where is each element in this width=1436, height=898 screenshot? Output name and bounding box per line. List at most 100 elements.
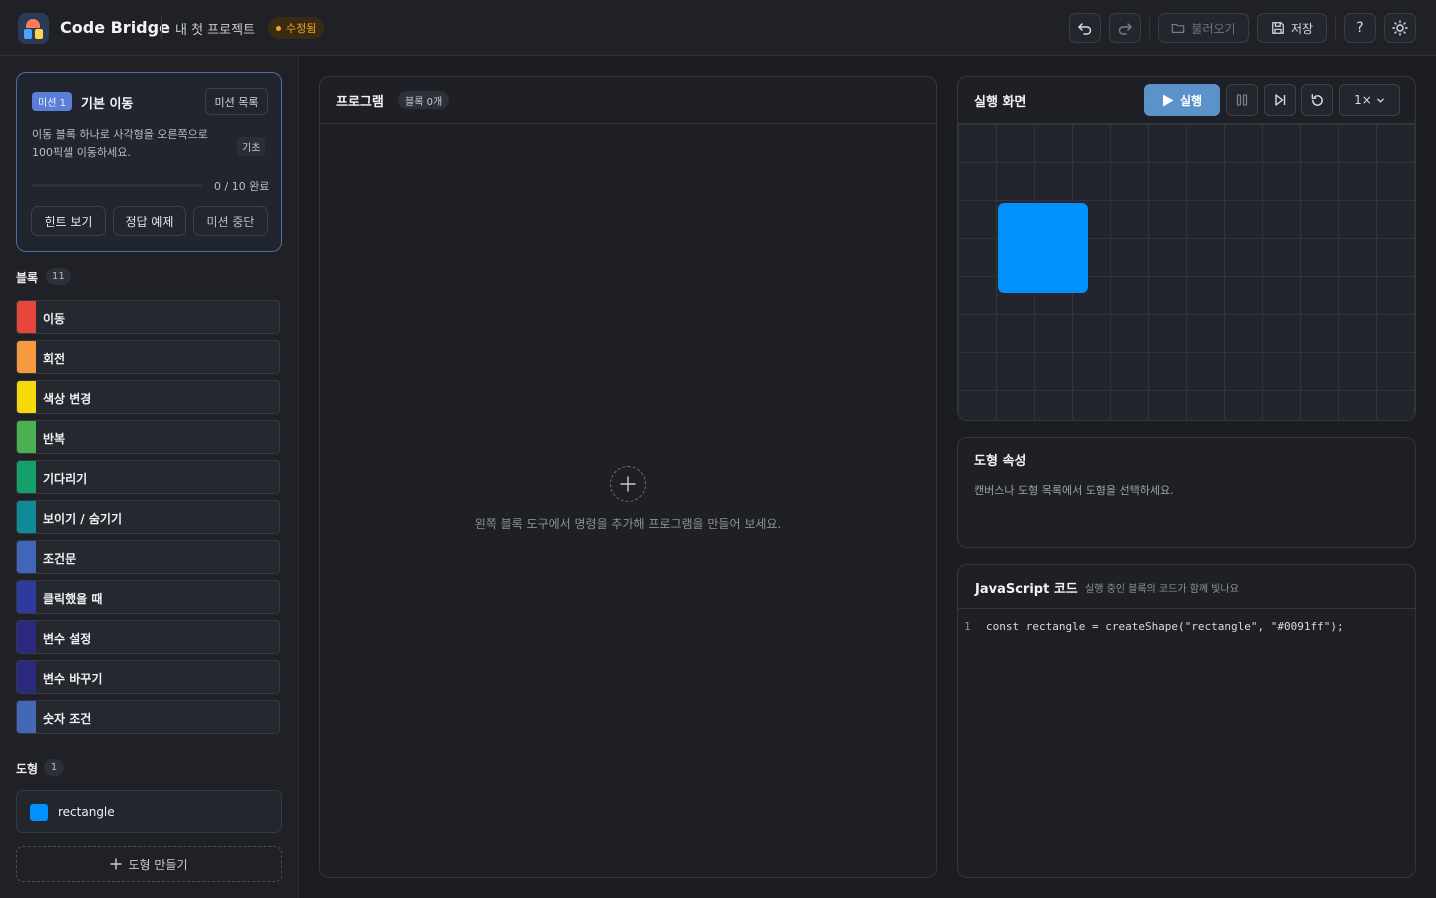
shape-name: rectangle	[58, 805, 115, 819]
program-block-count: 블록 0개	[398, 91, 450, 109]
block-label: 색상 변경	[43, 392, 92, 406]
block-label: 이동	[43, 312, 66, 326]
undo-button[interactable]	[1069, 13, 1101, 43]
redo-icon	[1118, 23, 1132, 35]
header-divider	[161, 17, 162, 39]
block-item[interactable]: 클릭했을 때	[16, 580, 280, 614]
block-item[interactable]: 변수 바꾸기	[16, 660, 280, 694]
code-header: JavaScript 코드 실행 중인 블록의 코드가 함께 빛나요	[958, 565, 1415, 609]
help-icon: ?	[1356, 20, 1364, 36]
shape-list-item[interactable]: rectangle	[16, 790, 282, 833]
open-label: 불러오기	[1191, 21, 1236, 36]
block-label: 보이기 / 숨기기	[43, 512, 122, 526]
block-label: 조건문	[43, 552, 77, 566]
header-divider	[1149, 17, 1150, 39]
rectangle-shape[interactable]	[998, 203, 1088, 293]
step-button[interactable]	[1264, 84, 1296, 116]
program-panel: 프로그램 블록 0개 왼쪽 블록 도구에서 명령을 추가해 프로그램을 만들어 …	[319, 76, 937, 878]
code-title: JavaScript 코드	[975, 582, 1078, 597]
open-button[interactable]: 불러오기	[1158, 13, 1249, 43]
block-item[interactable]: 숫자 조건	[16, 700, 280, 734]
block-label: 기다리기	[43, 472, 88, 486]
block-color-stripe	[17, 301, 36, 333]
help-button[interactable]: ?	[1344, 13, 1376, 43]
app-header: Code Bridge 내 첫 프로젝트 수정됨 불러오기 저장 ?	[0, 0, 1436, 56]
add-shape-label: 도형 만들기	[128, 857, 188, 872]
stage-canvas[interactable]	[958, 124, 1415, 420]
block-item[interactable]: 보이기 / 숨기기	[16, 500, 280, 534]
redo-button[interactable]	[1109, 13, 1141, 43]
mission-card: 미션 1 기본 이동 미션 목록 이동 블록 하나로 사각형을 오른쪽으로 10…	[16, 72, 282, 252]
theme-toggle-button[interactable]	[1384, 13, 1416, 43]
chevron-down-icon	[1377, 98, 1384, 103]
block-color-stripe	[17, 541, 36, 573]
answer-example-button[interactable]: 정답 예제	[113, 206, 186, 236]
code-bridge-logo-icon	[18, 13, 49, 44]
save-button[interactable]: 저장	[1257, 13, 1327, 43]
shapes-section-title: 도형	[16, 762, 39, 776]
modified-badge: 수정됨	[268, 17, 325, 39]
reset-button[interactable]	[1301, 84, 1333, 116]
reset-icon	[1311, 93, 1323, 106]
block-label: 변수 바꾸기	[43, 672, 103, 686]
mission-progress-text: 0 / 10 완료	[214, 180, 270, 193]
speed-value: 1×	[1354, 93, 1372, 107]
block-color-stripe	[17, 581, 36, 613]
blocks-count-badge: 11	[46, 268, 71, 285]
status-dot-icon	[276, 25, 281, 31]
program-header: 프로그램 블록 0개	[320, 77, 936, 124]
mission-title: 기본 이동	[81, 97, 134, 112]
speed-select[interactable]: 1×	[1339, 84, 1400, 116]
save-label: 저장	[1290, 21, 1314, 36]
mission-list-button[interactable]: 미션 목록	[205, 88, 268, 115]
hint-button[interactable]: 힌트 보기	[31, 206, 106, 236]
modified-label: 수정됨	[286, 22, 317, 35]
step-forward-icon	[1275, 94, 1286, 106]
block-item[interactable]: 회전	[16, 340, 280, 374]
stop-mission-button[interactable]: 미션 중단	[193, 206, 268, 236]
block-item[interactable]: 변수 설정	[16, 620, 280, 654]
block-item[interactable]: 이동	[16, 300, 280, 334]
shape-color-swatch	[30, 804, 48, 821]
program-title: 프로그램	[336, 95, 384, 110]
shapes-count-badge: 1	[44, 759, 64, 776]
add-shape-button[interactable]: 도형 만들기	[16, 846, 282, 882]
mission-level-badge: 기초	[237, 137, 266, 156]
block-color-stripe	[17, 461, 36, 493]
blocks-section-title: 블록	[16, 271, 39, 285]
sun-icon	[1392, 20, 1408, 36]
pause-icon	[1236, 94, 1248, 106]
program-empty-text: 왼쪽 블록 도구에서 명령을 추가해 프로그램을 만들어 보세요.	[474, 517, 782, 531]
add-block-icon	[610, 466, 646, 502]
block-label: 회전	[43, 352, 66, 366]
block-color-stripe	[17, 701, 36, 733]
properties-hint: 캔버스나 도형 목록에서 도형을 선택하세요.	[974, 484, 1174, 497]
mission-progress-bar	[32, 184, 202, 187]
block-color-stripe	[17, 341, 36, 373]
block-color-stripe	[17, 501, 36, 533]
block-color-stripe	[17, 421, 36, 453]
block-label: 변수 설정	[43, 632, 92, 646]
block-label: 반복	[43, 432, 66, 446]
header-divider	[1335, 17, 1336, 39]
brand-name: Code Bridge	[60, 18, 170, 37]
project-name[interactable]: 내 첫 프로젝트	[175, 19, 255, 38]
block-color-stripe	[17, 661, 36, 693]
left-sidebar: 미션 1 기본 이동 미션 목록 이동 블록 하나로 사각형을 오른쪽으로 10…	[0, 56, 299, 898]
block-color-stripe	[17, 381, 36, 413]
run-label: 실행	[1179, 93, 1203, 108]
block-item[interactable]: 기다리기	[16, 460, 280, 494]
block-item[interactable]: 색상 변경	[16, 380, 280, 414]
block-item[interactable]: 반복	[16, 420, 280, 454]
mission-badge: 미션 1	[32, 92, 72, 111]
code-line-number: 1	[964, 620, 971, 633]
code-subtitle: 실행 중인 블록의 코드가 함께 빛나요	[1085, 584, 1239, 595]
plus-icon	[110, 858, 123, 870]
code-line-text[interactable]: const rectangle = createShape("rectangle…	[986, 620, 1344, 633]
pause-button[interactable]	[1226, 84, 1258, 116]
play-icon	[1162, 94, 1174, 106]
run-button[interactable]: 실행	[1144, 84, 1220, 116]
save-icon	[1272, 22, 1284, 34]
undo-icon	[1078, 23, 1092, 35]
block-item[interactable]: 조건문	[16, 540, 280, 574]
